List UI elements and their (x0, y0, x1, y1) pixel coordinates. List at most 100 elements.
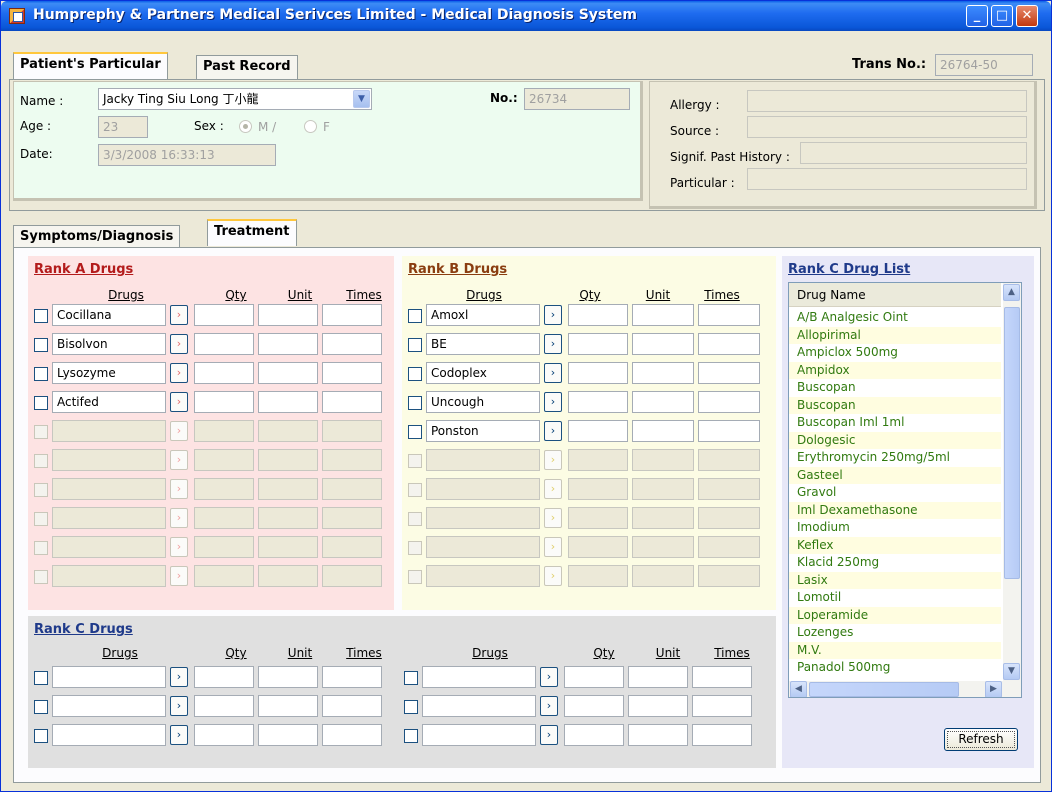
rank-b-add-icon[interactable]: › (544, 392, 562, 412)
drug-list-item[interactable]: Lasix (789, 571, 1001, 589)
rank-c-left-add-icon[interactable]: › (170, 667, 188, 687)
rank-a-qty-field[interactable] (194, 304, 254, 326)
rank-c-left-drug-field[interactable] (52, 695, 166, 717)
rank-c-left-qty-field[interactable] (194, 695, 254, 717)
rank-a-unit-field[interactable] (258, 304, 318, 326)
minimize-button[interactable]: _ (966, 5, 988, 27)
rank-b-qty-field[interactable] (568, 420, 628, 442)
rank-b-qty-field[interactable] (568, 362, 628, 384)
rank-b-add-icon[interactable]: › (544, 305, 562, 325)
rank-c-right-drug-field[interactable] (422, 724, 536, 746)
rank-a-unit-field[interactable] (258, 333, 318, 355)
drug-name-column-header[interactable]: Drug Name (789, 283, 1001, 307)
rank-c-left-unit-field[interactable] (258, 695, 318, 717)
drug-list-item[interactable]: Imodium (789, 519, 1001, 536)
drug-list-item[interactable]: Gasteel (789, 466, 1001, 484)
patient-no-field[interactable]: 26734 (524, 88, 630, 110)
rank-c-right-checkbox[interactable] (404, 729, 418, 743)
rank-c-left-times-field[interactable] (322, 695, 382, 717)
scroll-down-icon[interactable]: ▼ (1003, 663, 1020, 680)
rank-c-left-qty-field[interactable] (194, 666, 254, 688)
refresh-button[interactable]: Refresh (944, 728, 1018, 751)
rank-a-qty-field[interactable] (194, 362, 254, 384)
scroll-left-icon[interactable]: ◀ (790, 681, 807, 697)
rank-c-left-times-field[interactable] (322, 666, 382, 688)
rank-b-unit-field[interactable] (632, 362, 694, 384)
tab-patients-particular[interactable]: Patient's Particular (13, 52, 168, 79)
rank-b-times-field[interactable] (698, 391, 760, 413)
rank-a-drug-field[interactable]: Cocillana (52, 304, 166, 326)
tab-symptoms-diagnosis[interactable]: Symptoms/Diagnosis (13, 225, 181, 249)
rank-b-qty-field[interactable] (568, 333, 628, 355)
rank-b-unit-field[interactable] (632, 333, 694, 355)
rank-c-right-unit-field[interactable] (628, 666, 688, 688)
rank-c-right-add-icon[interactable]: › (540, 696, 558, 716)
rank-a-times-field[interactable] (322, 333, 382, 355)
drug-list-item[interactable]: A/B Analgesic Oint (789, 309, 1001, 326)
rank-b-checkbox[interactable] (408, 338, 422, 352)
rank-b-qty-field[interactable] (568, 304, 628, 326)
rank-a-qty-field[interactable] (194, 391, 254, 413)
rank-c-left-drug-field[interactable] (52, 666, 166, 688)
trans-no-field[interactable]: 26764-50 (935, 54, 1033, 76)
rank-b-checkbox[interactable] (408, 425, 422, 439)
rank-c-left-add-icon[interactable]: › (170, 696, 188, 716)
rank-c-left-unit-field[interactable] (258, 724, 318, 746)
rank-b-unit-field[interactable] (632, 420, 694, 442)
drug-list-item[interactable]: Dologesic (789, 431, 1001, 449)
maximize-button[interactable]: □ (991, 5, 1013, 27)
rank-c-right-times-field[interactable] (692, 724, 752, 746)
drug-list-item[interactable]: Lomotil (789, 589, 1001, 606)
drug-list-item[interactable]: Keflex (789, 536, 1001, 554)
rank-c-right-drug-field[interactable] (422, 666, 536, 688)
rank-a-drug-field[interactable]: Lysozyme (52, 362, 166, 384)
h-scroll-thumb[interactable] (809, 682, 959, 697)
rank-a-drug-field[interactable]: Actifed (52, 391, 166, 413)
rank-a-checkbox[interactable] (34, 309, 48, 323)
signif-field[interactable] (800, 142, 1027, 164)
particular-field[interactable] (747, 168, 1027, 190)
rank-a-times-field[interactable] (322, 362, 382, 384)
rank-b-qty-field[interactable] (568, 391, 628, 413)
drug-list[interactable]: Drug Name A/B Analgesic Oint Allopirimal A… (788, 282, 1022, 698)
rank-a-drug-field[interactable]: Bisolvon (52, 333, 166, 355)
rank-b-times-field[interactable] (698, 420, 760, 442)
horizontal-scrollbar[interactable]: ◀ ▶ (789, 681, 1021, 697)
rank-c-right-unit-field[interactable] (628, 695, 688, 717)
rank-b-drug-field[interactable]: BE (426, 333, 540, 355)
rank-c-right-add-icon[interactable]: › (540, 725, 558, 745)
drug-list-item[interactable]: M.V. (789, 641, 1001, 659)
scroll-up-icon[interactable]: ▲ (1003, 284, 1020, 301)
rank-b-checkbox[interactable] (408, 367, 422, 381)
rank-c-right-qty-field[interactable] (564, 724, 624, 746)
rank-c-left-qty-field[interactable] (194, 724, 254, 746)
drug-list-item[interactable]: Buscopan Iml 1ml (789, 414, 1001, 431)
rank-c-right-checkbox[interactable] (404, 671, 418, 685)
rank-a-add-icon[interactable]: › (170, 334, 188, 354)
drug-list-item[interactable]: Buscopan (789, 396, 1001, 414)
rank-c-right-unit-field[interactable] (628, 724, 688, 746)
drug-list-item[interactable]: Gravol (789, 484, 1001, 501)
drug-list-item[interactable]: Panadol 500mg (789, 659, 1001, 676)
rank-c-right-times-field[interactable] (692, 695, 752, 717)
rank-c-right-qty-field[interactable] (564, 666, 624, 688)
vertical-scrollbar[interactable]: ▲ ▼ (1003, 283, 1021, 681)
name-combo[interactable]: Jacky Ting Siu Long 丁小龍 ▼ (98, 88, 372, 110)
close-button[interactable]: ✕ (1016, 5, 1038, 27)
rank-a-add-icon[interactable]: › (170, 305, 188, 325)
drug-list-item[interactable]: Erythromycin 250mg/5ml (789, 449, 1001, 466)
tab-past-record[interactable]: Past Record (196, 55, 298, 79)
rank-a-unit-field[interactable] (258, 362, 318, 384)
source-field[interactable] (747, 116, 1027, 138)
age-field[interactable]: 23 (98, 116, 148, 138)
rank-b-drug-field[interactable]: Amoxl (426, 304, 540, 326)
rank-b-checkbox[interactable] (408, 396, 422, 410)
rank-c-left-add-icon[interactable]: › (170, 725, 188, 745)
rank-c-right-times-field[interactable] (692, 666, 752, 688)
rank-c-left-drug-field[interactable] (52, 724, 166, 746)
rank-c-right-drug-field[interactable] (422, 695, 536, 717)
chevron-down-icon[interactable]: ▼ (353, 90, 370, 108)
rank-a-checkbox[interactable] (34, 338, 48, 352)
rank-a-unit-field[interactable] (258, 391, 318, 413)
rank-a-add-icon[interactable]: › (170, 363, 188, 383)
